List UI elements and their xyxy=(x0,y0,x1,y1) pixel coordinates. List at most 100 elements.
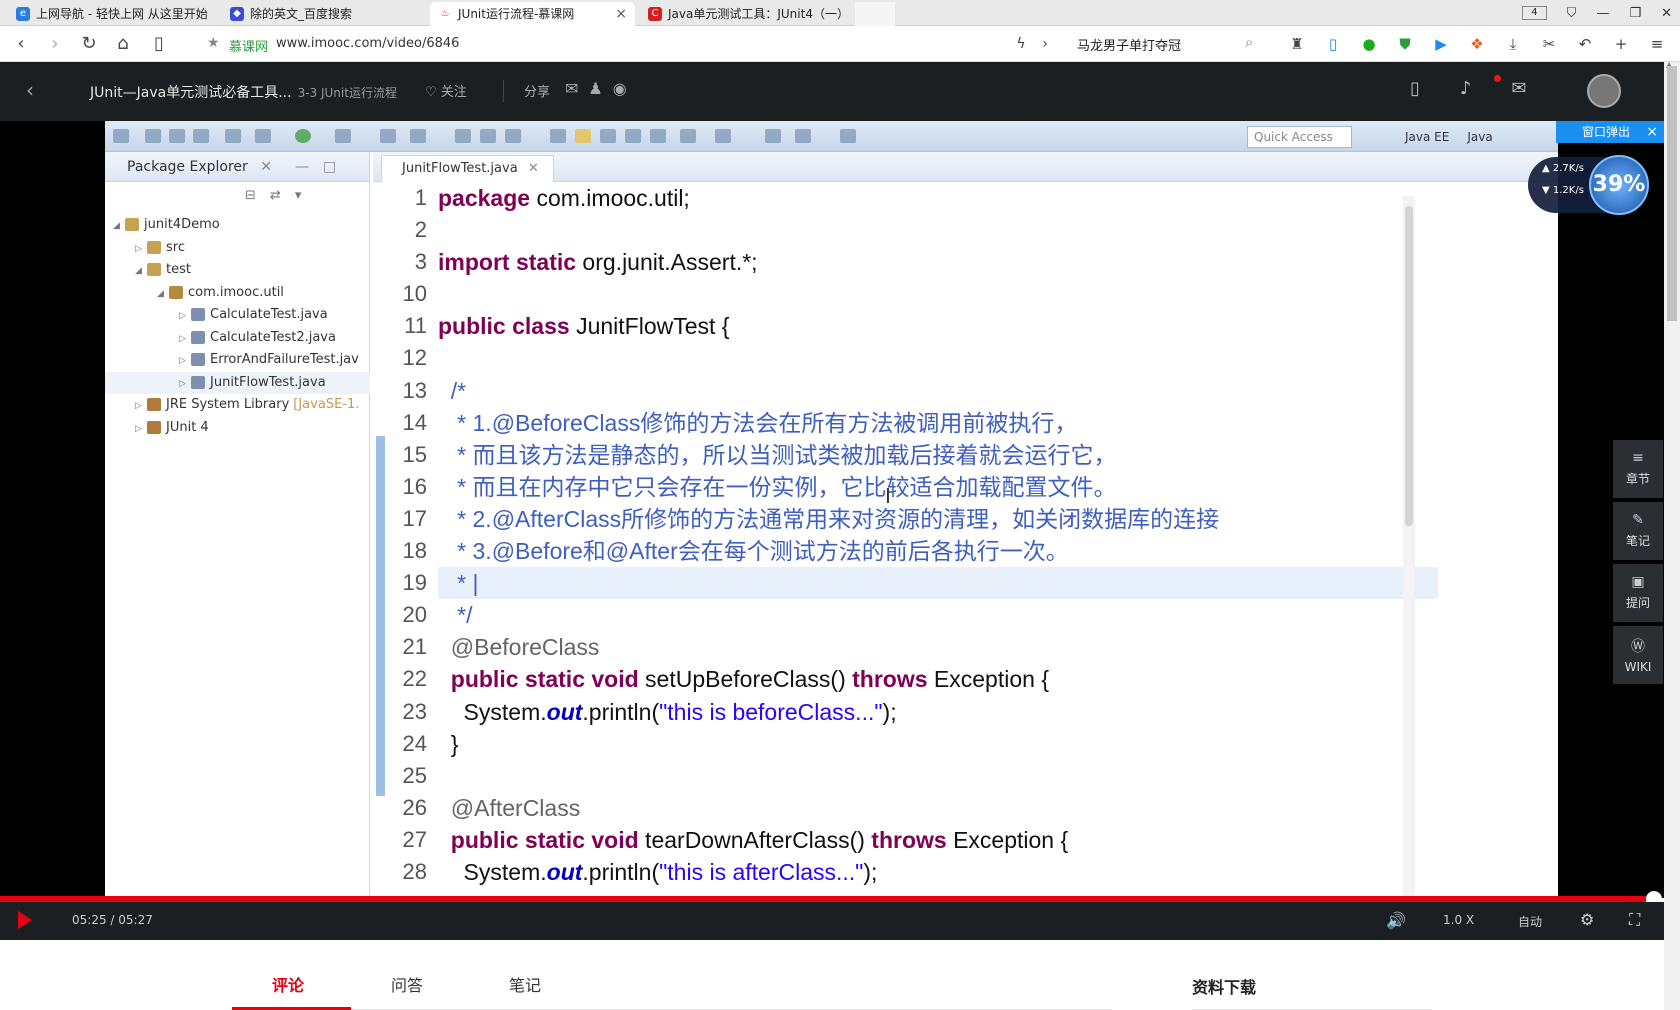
search-input[interactable]: 马龙男子单打夺冠 xyxy=(1077,35,1181,54)
close-window-icon[interactable]: ✕ xyxy=(1661,6,1672,21)
notification-bell-icon[interactable]: ♪ xyxy=(1460,78,1472,99)
play-icon[interactable] xyxy=(18,911,32,929)
download-icon[interactable]: ⤓ xyxy=(1501,32,1525,56)
imooc-flame-icon: ♨ xyxy=(438,7,452,21)
mobile-icon[interactable]: ▯ xyxy=(1410,78,1420,99)
back-icon[interactable]: ‹ xyxy=(26,78,34,102)
avatar[interactable] xyxy=(1587,74,1621,108)
browser-tab-3[interactable]: ♨ JUnit运行流程-慕课网 × xyxy=(430,2,635,26)
weibo-share-icon[interactable]: ◉ xyxy=(613,79,627,98)
scissors-icon[interactable]: ✂ xyxy=(1537,32,1561,56)
lightning-icon[interactable]: ϟ xyxy=(1010,33,1032,55)
quality-select[interactable]: 自动 xyxy=(1518,913,1542,930)
tree-node-label: src xyxy=(166,239,185,255)
popout-window-button[interactable]: 窗口弹出 × xyxy=(1556,121,1664,143)
list-icon: ≡ xyxy=(1632,450,1644,466)
page-scroll-thumb[interactable] xyxy=(1667,66,1677,321)
page-scrollbar[interactable]: ▲ xyxy=(1664,60,1680,1010)
eclipse-toolbar: Quick Access Java EE Java xyxy=(105,121,1558,152)
undo-icon[interactable]: ↶ xyxy=(1573,32,1597,56)
minimize-icon[interactable]: — xyxy=(1596,6,1609,21)
window-controls: 4 ⛉ — ❐ ✕ xyxy=(1522,0,1672,26)
volume-icon[interactable]: 🔊 xyxy=(1386,911,1406,930)
skip-icon xyxy=(225,129,241,143)
tree-node-label: JunitFlowTest.java xyxy=(210,374,326,390)
address-bar: ‹ › ↻ ⌂ ▯ ★ 慕课网 www.imooc.com/video/6846… xyxy=(0,26,1680,62)
chapter-button[interactable]: ≡ 章节 xyxy=(1613,440,1663,498)
notes-button[interactable]: ✎ 笔记 xyxy=(1613,502,1663,560)
forward-icon[interactable]: › xyxy=(44,33,66,55)
share-label: 分享 xyxy=(524,85,551,100)
upload-speed: ▲ 2.7K/s xyxy=(1542,163,1584,174)
java-file-icon xyxy=(191,375,205,389)
extension-icon[interactable]: ❖ xyxy=(1465,32,1489,56)
wechat-share-icon[interactable]: ✉ xyxy=(565,79,578,98)
share-icons: ✉ ♟ ◉ xyxy=(565,79,627,98)
tree-node: ▷ CalculateTest.java xyxy=(105,304,370,327)
mail-icon[interactable]: ✉ xyxy=(1511,78,1526,99)
video-play-icon[interactable]: ▶ xyxy=(1429,32,1453,56)
expand-toggle-icon: ◢ xyxy=(135,266,142,276)
expand-toggle-icon: ▷ xyxy=(179,356,186,366)
code-line: public static void tearDownAfterClass() … xyxy=(450,826,1069,853)
shirt-icon[interactable]: ⛉ xyxy=(1567,6,1577,21)
course-title[interactable]: JUnit—Java单元测试必备工具... 3-3 JUnit运行流程 xyxy=(90,82,397,102)
tree-node-label: com.imooc.util xyxy=(188,284,284,300)
reader-icon[interactable]: ▯ xyxy=(148,33,170,55)
tab-count-badge[interactable]: 4 xyxy=(1522,6,1547,20)
wechat-icon[interactable]: ● xyxy=(1357,32,1381,56)
question-button[interactable]: ▣ 提问 xyxy=(1613,564,1663,622)
close-popout-icon[interactable]: × xyxy=(1646,121,1658,143)
tab-qa[interactable]: 问答 xyxy=(391,972,423,996)
editor-scrollbar xyxy=(1403,196,1415,896)
code-line: System.out.println("this is beforeClass.… xyxy=(438,698,897,725)
qq-share-icon[interactable]: ♟ xyxy=(588,79,602,98)
code-area: package com.imooc.util; import static org… xyxy=(438,182,1438,898)
new-tab-button[interactable] xyxy=(855,2,895,26)
bookmark-star-icon[interactable]: ★ xyxy=(207,35,220,51)
download-shield-icon[interactable]: ⛊ xyxy=(1393,32,1417,56)
game-icon[interactable]: ♜ xyxy=(1285,32,1309,56)
java-file-icon xyxy=(191,330,205,344)
tab-comments[interactable]: 评论 xyxy=(272,972,304,996)
fullscreen-icon[interactable]: ⛶ xyxy=(1629,910,1640,930)
baidu-icon: ◆ xyxy=(230,7,244,21)
network-speed-widget[interactable]: ▲ 2.7K/s ▼ 1.2K/s 39% xyxy=(1528,155,1649,215)
folder-icon xyxy=(147,240,161,254)
follow-button[interactable]: ♡ 关注 xyxy=(425,81,467,100)
browser-tab-4[interactable]: C Java单元测试工具：JUnit4（一） xyxy=(640,2,850,26)
tab-notes[interactable]: 笔记 xyxy=(509,972,541,996)
chevron-right-icon[interactable]: › xyxy=(1034,33,1056,55)
line-number: 17 xyxy=(402,505,427,531)
url-input[interactable]: www.imooc.com/video/6846 xyxy=(276,36,459,51)
line-number: 22 xyxy=(402,666,427,692)
search-icon[interactable]: ⌕ xyxy=(1245,33,1253,51)
code-line: System.out.println("this is afterClass..… xyxy=(438,858,878,885)
tree-node: ◢ com.imooc.util xyxy=(105,282,370,305)
playback-rate[interactable]: 1.0 X xyxy=(1443,913,1474,927)
browser-tab-1[interactable]: e 上网导航 - 轻快上网 从这里开始 xyxy=(8,2,218,26)
code-line: import static org.junit.Assert.*; xyxy=(438,249,758,276)
tree-node-label: test xyxy=(166,262,191,277)
back-icon[interactable]: ‹ xyxy=(10,33,32,55)
settings-gear-icon[interactable]: ⚙ xyxy=(1580,910,1594,929)
video-player[interactable]: Quick Access Java EE Java Package Explor… xyxy=(0,121,1664,898)
reload-icon[interactable]: ↻ xyxy=(78,33,100,55)
editor-tab: JunitFlowTest.java ✕ xyxy=(381,155,554,182)
home-icon[interactable]: ⌂ xyxy=(112,33,134,55)
menu-icon[interactable]: ≡ xyxy=(1645,32,1669,56)
restore-icon[interactable]: ❐ xyxy=(1629,6,1641,21)
phone-icon[interactable]: ▯ xyxy=(1321,32,1345,56)
tree-node: ◢ junit4Demo xyxy=(105,214,370,237)
lesson-name: 3-3 JUnit运行流程 xyxy=(297,86,397,100)
text-cursor-icon: I xyxy=(885,484,891,508)
code-line: * 3.@Before和@After会在每个测试方法的前后各执行一次。 xyxy=(438,538,1069,565)
close-tab-icon[interactable]: × xyxy=(615,2,627,26)
plus-icon[interactable]: + xyxy=(1609,32,1633,56)
wiki-button[interactable]: Ⓦ WIKI xyxy=(1613,626,1663,684)
speed-percent: 39% xyxy=(1589,155,1649,215)
tree-node: ▷ ErrorAndFailureTest.jav xyxy=(105,349,370,372)
browser-tab-2[interactable]: ◆ 除的英文_百度搜索 xyxy=(222,2,422,26)
overview-ruler xyxy=(373,182,385,898)
